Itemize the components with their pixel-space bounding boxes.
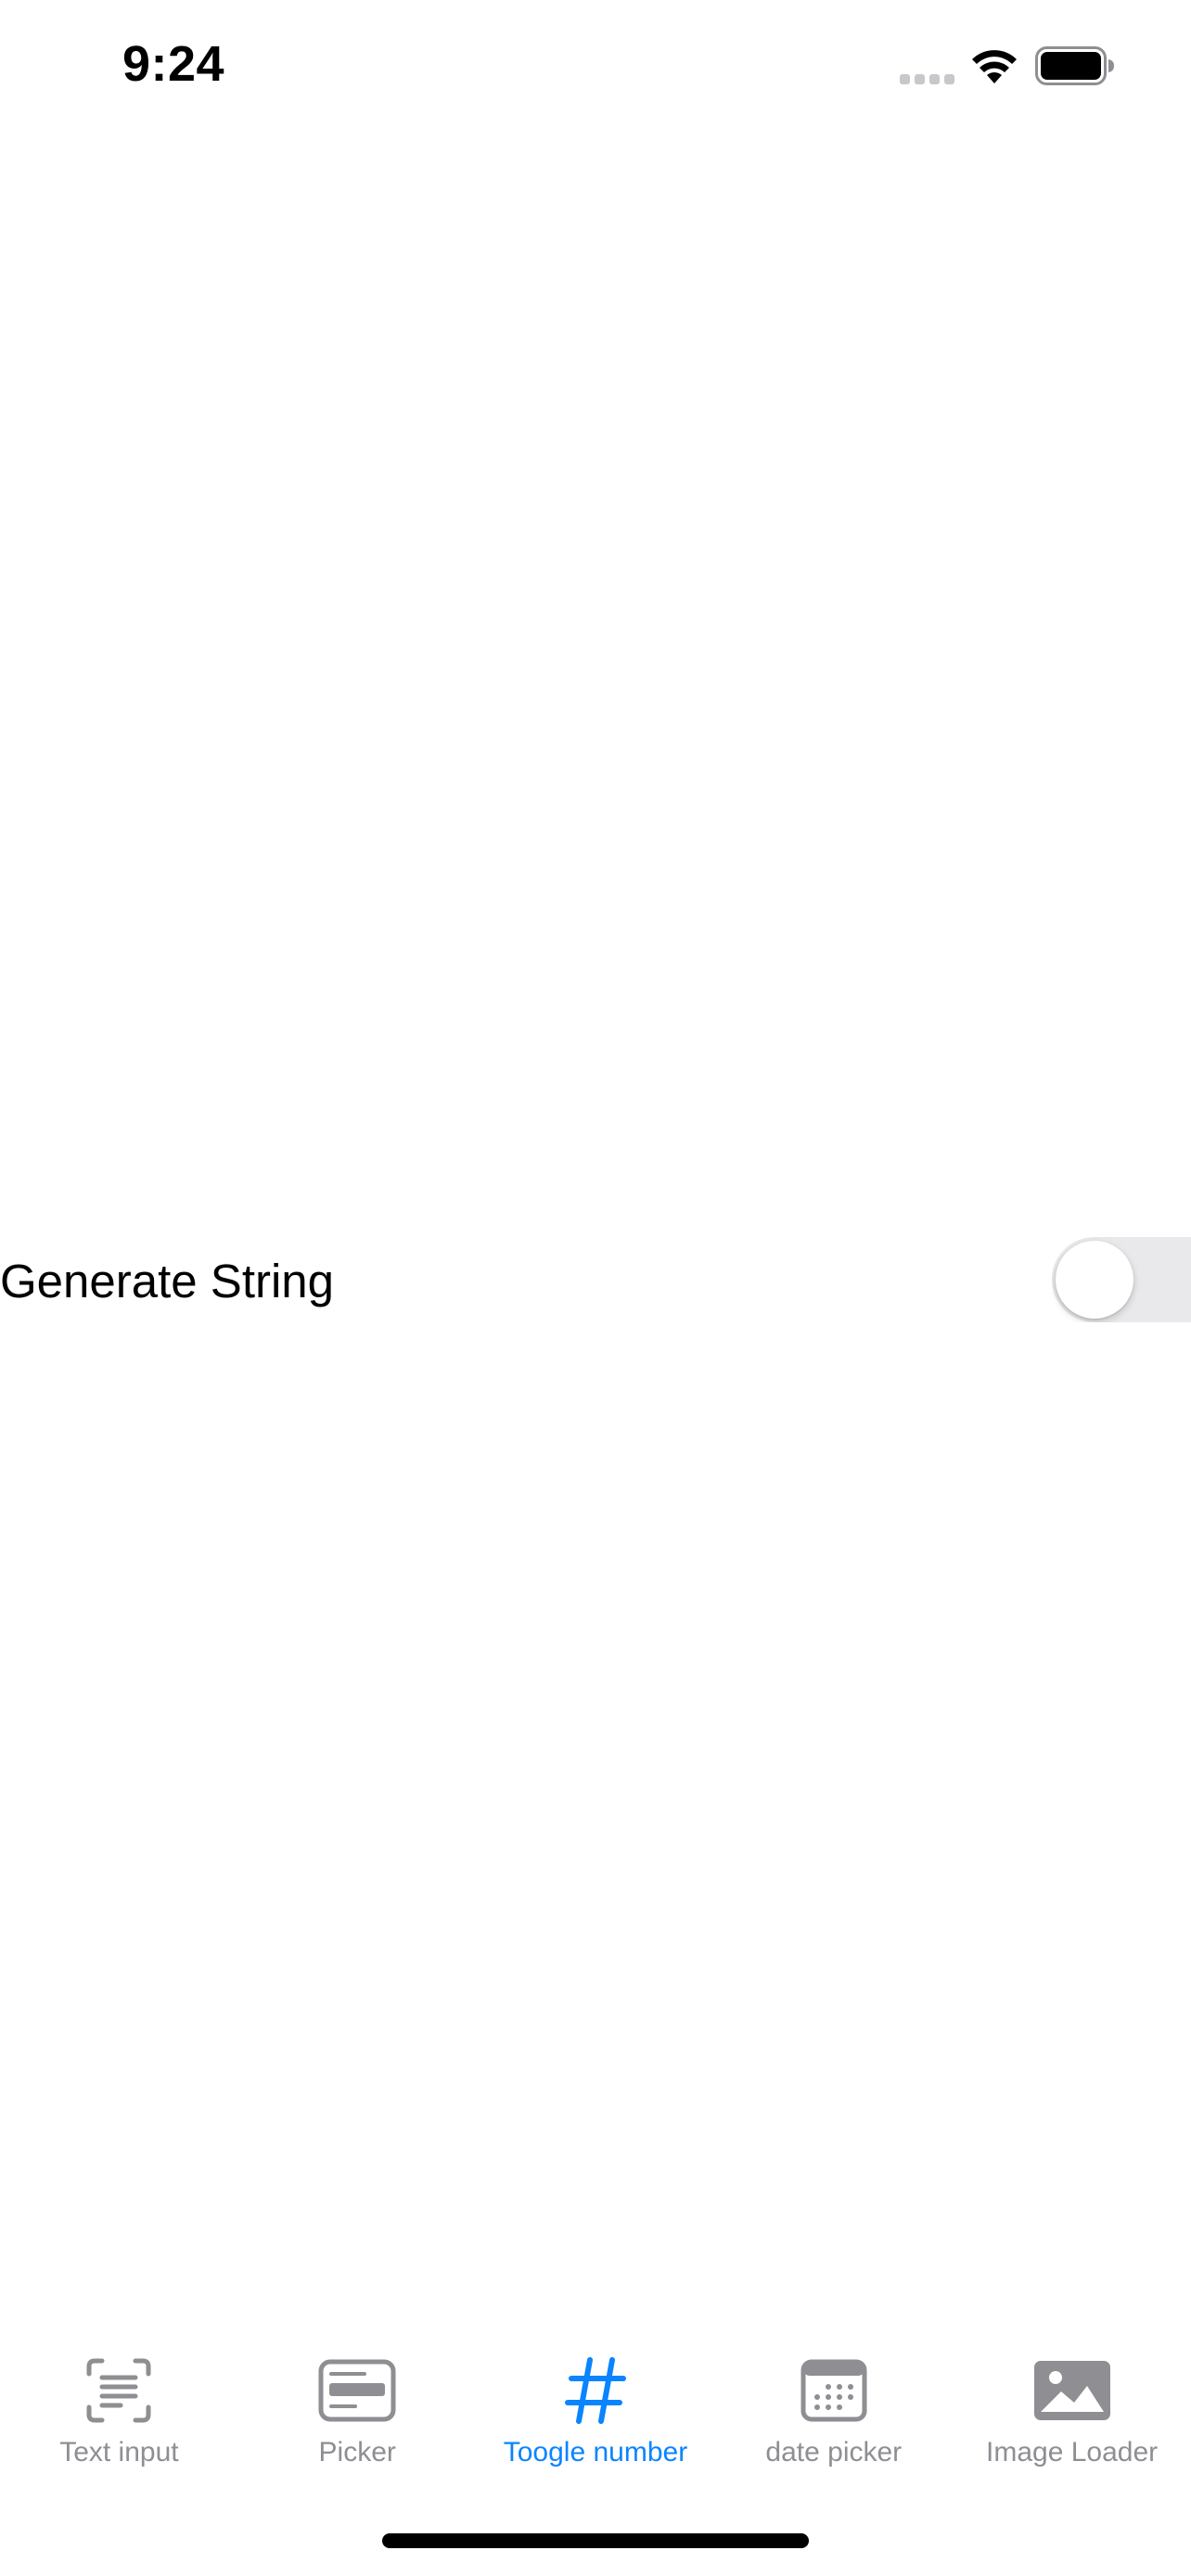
tab-label-toogle-number: Toogle number [503, 2437, 688, 2468]
text-scan-icon [77, 2357, 160, 2424]
status-bar: 9:24 [0, 0, 1191, 139]
tab-label-date-picker: date picker [765, 2437, 903, 2468]
tab-image-loader[interactable]: Image Loader [953, 2327, 1191, 2485]
generate-string-toggle[interactable] [1052, 1237, 1191, 1322]
toggle-knob [1056, 1241, 1133, 1319]
battery-icon [1035, 46, 1114, 85]
generate-string-row: Generate String [0, 1233, 1191, 1326]
tab-toogle-number[interactable]: Toogle number [477, 2327, 715, 2485]
tab-bar: Text input Picker Toogle number date pic… [0, 2327, 1191, 2485]
status-time: 9:24 [122, 36, 225, 92]
wifi-icon [972, 50, 1017, 83]
tab-text-input[interactable]: Text input [0, 2327, 238, 2485]
calendar-icon [792, 2357, 876, 2424]
tab-label-text-input: Text input [59, 2437, 179, 2468]
tab-label-image-loader: Image Loader [986, 2437, 1159, 2468]
tab-label-picker: Picker [318, 2437, 396, 2468]
generate-string-label: Generate String [0, 1255, 335, 1307]
home-indicator[interactable] [382, 2533, 809, 2548]
tab-picker[interactable]: Picker [238, 2327, 477, 2485]
picker-icon [315, 2357, 399, 2424]
number-sign-icon [554, 2357, 637, 2424]
tab-date-picker[interactable]: date picker [714, 2327, 953, 2485]
photo-icon [1031, 2357, 1114, 2424]
screen: 9:24 Generate String Text input Picker T… [0, 0, 1191, 2576]
cellular-signal-icon [900, 74, 954, 84]
